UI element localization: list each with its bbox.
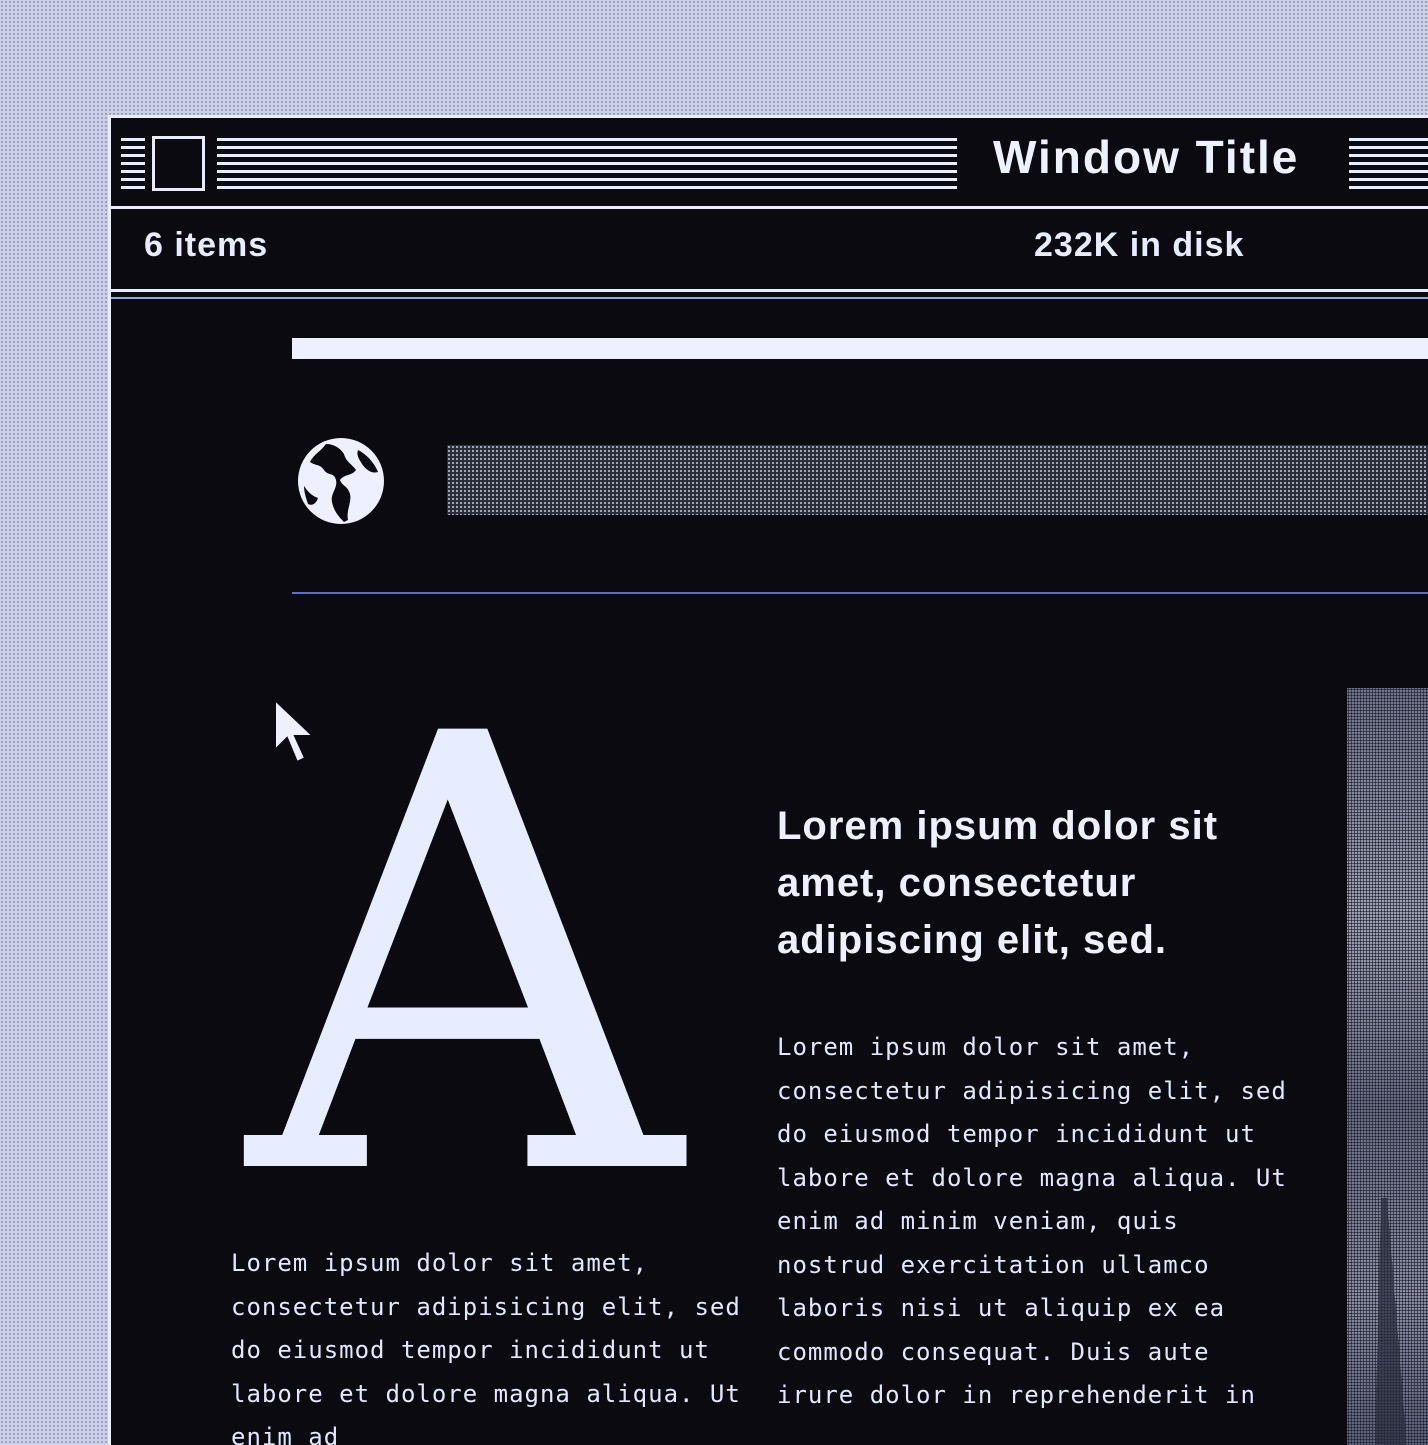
arrow-cursor-icon	[274, 698, 316, 764]
globe-icon[interactable]	[296, 436, 386, 526]
close-box-icon[interactable]	[152, 136, 205, 191]
disk-space: 232K in disk	[1034, 226, 1245, 264]
content-divider	[292, 592, 1428, 594]
address-field[interactable]	[447, 445, 1428, 515]
toolbar-strip	[292, 338, 1428, 359]
info-bar-divider	[111, 289, 1428, 292]
title-bar-divider	[111, 206, 1428, 209]
window-title: Window Title	[993, 131, 1300, 183]
item-count: 6 items	[144, 226, 269, 264]
photo-detail	[1375, 1198, 1407, 1445]
finder-window: Window Title 6 items 232K in disk A Lore…	[108, 115, 1428, 1445]
article-body-left: Lorem ipsum dolor sit amet, consectetur …	[231, 1249, 741, 1445]
title-bar[interactable]: Window Title	[111, 118, 1428, 206]
info-bar-divider-accent	[111, 297, 1428, 299]
title-bar-stripes-left	[121, 138, 145, 194]
article-heading: Lorem ipsum dolor sit amet, consectetur …	[777, 804, 1219, 962]
title-bar-stripes-right	[1349, 138, 1428, 194]
article-body-right: Lorem ipsum dolor sit amet, consectetur …	[777, 1033, 1287, 1409]
title-bar-stripes-middle	[217, 138, 957, 194]
